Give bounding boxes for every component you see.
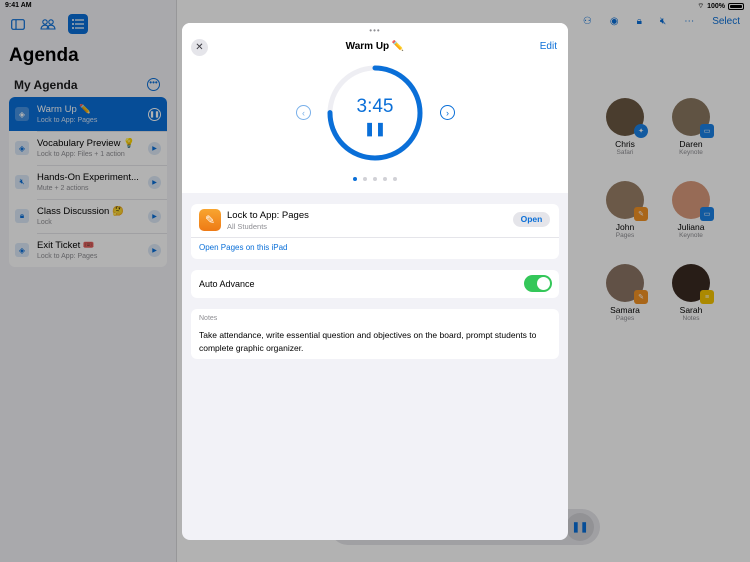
page-dot[interactable]: [383, 177, 387, 181]
pause-icon: ❚❚: [364, 121, 386, 136]
auto-advance-toggle[interactable]: [524, 275, 552, 292]
page-dot[interactable]: [373, 177, 377, 181]
edit-button[interactable]: Edit: [540, 41, 557, 52]
action-title: Lock to App: Pages: [227, 210, 309, 221]
open-pages-link[interactable]: Open Pages on this iPad: [199, 243, 288, 252]
timer-pause-button[interactable]: ❚❚: [182, 121, 568, 137]
grabber-handle[interactable]: •••: [369, 26, 380, 35]
auto-advance-row: Auto Advance: [191, 270, 559, 298]
timer-remaining: 3:45: [356, 96, 394, 117]
action-target: All Students: [227, 222, 268, 231]
agenda-item-sheet: ••• ✕ Warm Up ✏️ Edit ‹ 3:45 ❚❚ › ✎ Lock…: [182, 23, 568, 540]
wifi-icon: ⌔: [697, 3, 705, 10]
page-dot[interactable]: [353, 177, 357, 181]
battery-icon: [728, 3, 744, 10]
notes-text: Take attendance, write essential questio…: [199, 330, 537, 353]
page-dot[interactable]: [393, 177, 397, 181]
timer-section: ••• ✕ Warm Up ✏️ Edit ‹ 3:45 ❚❚ ›: [182, 23, 568, 193]
sheet-title: Warm Up ✏️: [345, 41, 405, 52]
page-indicator[interactable]: [182, 177, 568, 181]
notes-card: Notes Take attendance, write essential q…: [191, 309, 559, 359]
status-time: 9:41 AM: [5, 2, 32, 9]
next-item-button[interactable]: ›: [440, 105, 455, 120]
page-dot[interactable]: [363, 177, 367, 181]
open-button[interactable]: Open: [513, 212, 550, 227]
pages-app-icon: ✎: [199, 209, 221, 231]
auto-advance-label: Auto Advance: [199, 279, 255, 289]
battery-level: 100%: [707, 3, 725, 10]
chevron-right-icon: ›: [446, 107, 449, 118]
app-lock-card: ✎ Lock to App: Pages All Students Open O…: [191, 204, 559, 259]
divider: [191, 237, 559, 238]
status-indicators: ⌔ 100%: [697, 2, 744, 11]
notes-label: Notes: [199, 315, 218, 322]
